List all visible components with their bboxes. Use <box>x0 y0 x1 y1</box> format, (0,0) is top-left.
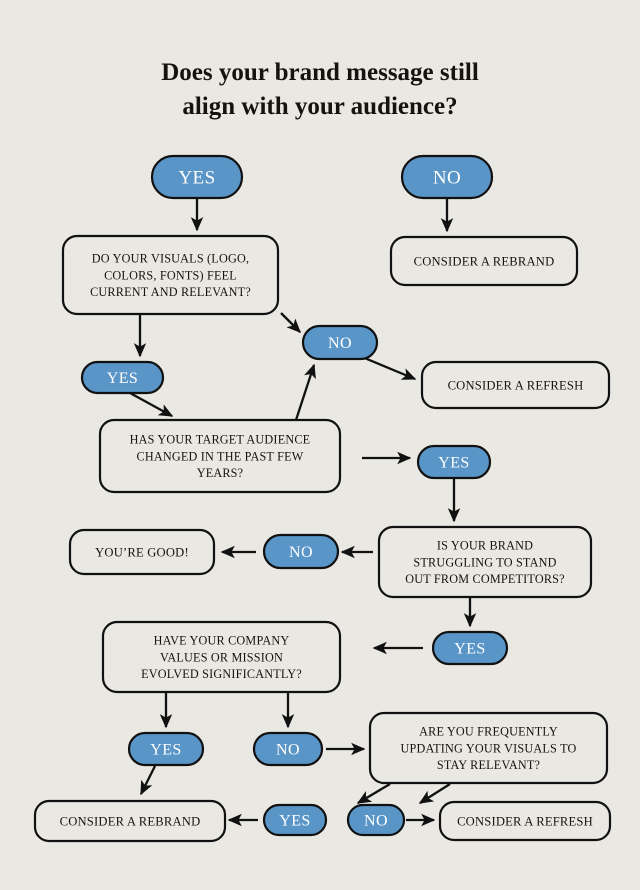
node-box-you-re-good: YOU’RE GOOD! <box>68 528 216 576</box>
connector-arrow <box>294 363 316 421</box>
decision-pill-yes[interactable]: YES <box>127 731 205 767</box>
connector-arrow <box>129 391 174 418</box>
connector-arrow <box>356 783 391 804</box>
decision-pill-yes[interactable]: YES <box>80 360 165 395</box>
box-label: CONSIDER A REBRAND <box>414 254 555 268</box>
decision-pill-no[interactable]: NO <box>252 731 324 767</box>
pill-label: YES <box>454 641 485 658</box>
box-label: HAVE YOUR COMPANY VALUES OR MISSION EVOLVE… <box>141 633 302 681</box>
decision-pill-yes[interactable]: YES <box>431 630 509 666</box>
decision-pill-yes[interactable]: YES <box>416 444 492 480</box>
pill-label: NO <box>328 335 352 352</box>
pill-label: NO <box>289 544 313 561</box>
node-box-is-your-brand-struggling-to-stand-out-from: IS YOUR BRAND STRUGGLING TO STAND OUT FROM… <box>377 525 593 599</box>
flowchart-canvas: Does your brand message still align with… <box>0 0 640 890</box>
pill-label: YES <box>150 742 181 759</box>
node-box-have-your-company-values-or-mission-evolve: HAVE YOUR COMPANY VALUES OR MISSION EVOLVE… <box>101 620 342 694</box>
node-box-consider-a-rebrand: CONSIDER A REBRAND <box>33 799 227 843</box>
node-box-are-you-frequently-updating-your-visuals-t: ARE YOU FREQUENTLY UPDATING YOUR VISUALS … <box>368 711 609 785</box>
pill-label: NO <box>276 742 300 759</box>
connector-arrow <box>418 783 451 804</box>
connector-arrow <box>139 765 157 796</box>
node-box-do-your-visuals-logo-colors-fonts-feel-cur: DO YOUR VISUALS (LOGO, COLORS, FONTS) FEE… <box>61 234 280 316</box>
node-box-consider-a-rebrand: CONSIDER A REBRAND <box>389 235 579 287</box>
pill-label: YES <box>438 455 469 472</box>
pill-label: NO <box>364 813 388 830</box>
decision-pill-no[interactable]: NO <box>262 533 340 570</box>
decision-pill-no[interactable]: NO <box>346 803 406 837</box>
pill-label: YES <box>178 168 215 189</box>
box-label: CONSIDER A REFRESH <box>448 378 584 392</box>
decision-pill-yes[interactable]: YES <box>262 803 328 837</box>
node-box-consider-a-refresh: CONSIDER A REFRESH <box>438 800 612 842</box>
box-label: DO YOUR VISUALS (LOGO, COLORS, FONTS) FEE… <box>90 251 251 299</box>
box-label: CONSIDER A REFRESH <box>457 814 593 828</box>
decision-pill-no[interactable]: NO <box>301 324 379 361</box>
box-label: YOU’RE GOOD! <box>95 545 189 559</box>
node-box-consider-a-refresh: CONSIDER A REFRESH <box>420 360 611 410</box>
flowchart-svg: YES NO DO YOUR VISUALS (LOGO, COLORS, FONTS… <box>33 154 612 843</box>
decision-pill-yes[interactable]: YES <box>150 154 244 200</box>
node-layer: YES NO DO YOUR VISUALS (LOGO, COLORS, FONTS… <box>33 154 612 843</box>
node-box-has-your-target-audience-changed-in-the-pa: HAS YOUR TARGET AUDIENCE CHANGED IN THE P… <box>98 418 342 494</box>
box-label: CONSIDER A REBRAND <box>60 814 201 828</box>
decision-pill-no[interactable]: NO <box>400 154 494 200</box>
connector-arrow <box>280 312 301 333</box>
pill-label: YES <box>107 370 138 387</box>
pill-label: NO <box>433 168 461 189</box>
pill-label: YES <box>279 813 310 830</box>
